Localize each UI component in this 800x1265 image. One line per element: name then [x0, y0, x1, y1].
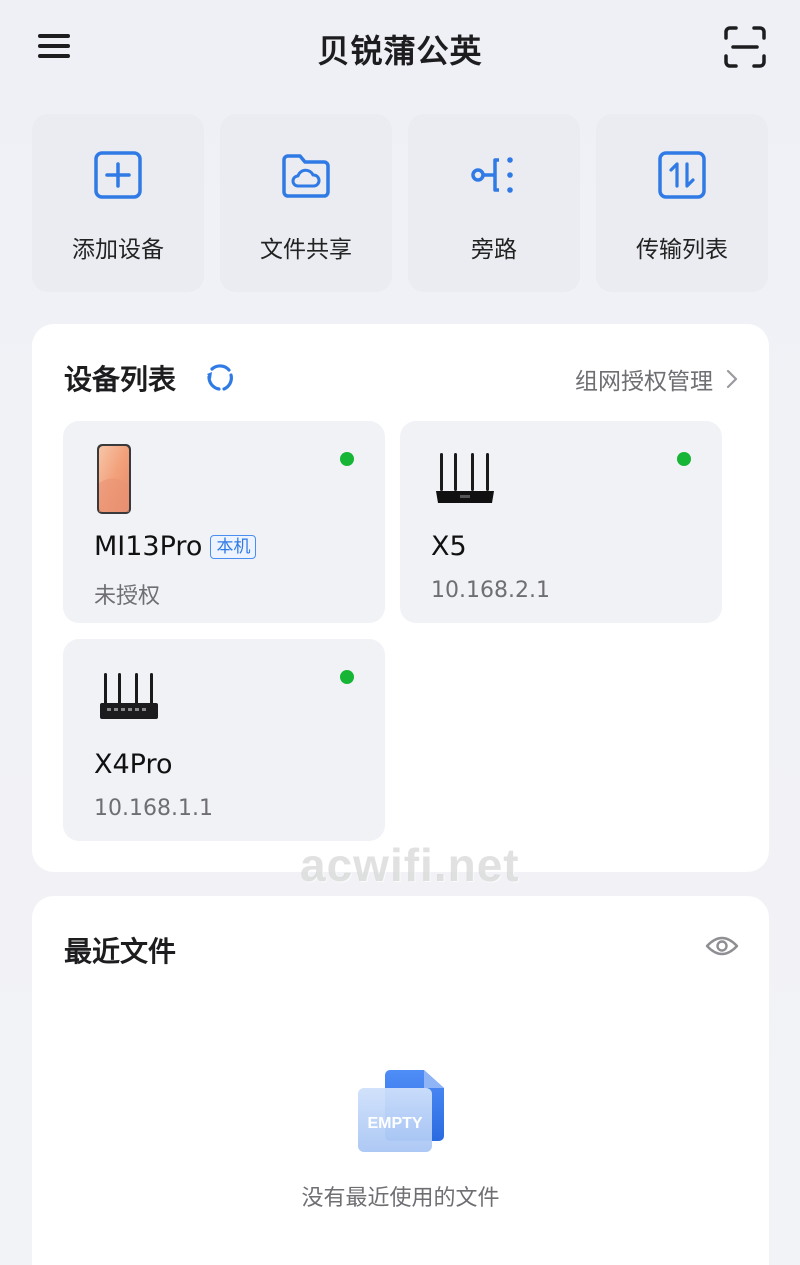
- recent-files-card: 最近文件 EMPTY 没有最近使用的文件: [32, 896, 769, 1265]
- refresh-icon[interactable]: [204, 362, 236, 394]
- app-title: 贝锐蒲公英: [317, 32, 483, 70]
- scan-icon[interactable]: [722, 24, 768, 70]
- online-status-dot: [677, 452, 691, 466]
- network-auth-manage-link[interactable]: 组网授权管理: [575, 362, 739, 396]
- chevron-right-icon: [726, 369, 738, 389]
- this-device-badge: 本机: [210, 534, 257, 559]
- online-status-dot: [340, 670, 354, 684]
- device-name-text: MI13Pro: [94, 531, 203, 562]
- quick-action-label: 文件共享: [260, 237, 352, 263]
- device-name: MI13Pro 本机: [94, 531, 257, 562]
- device-name-text: X4Pro: [94, 749, 173, 780]
- quick-action-add-device[interactable]: 添加设备: [32, 114, 204, 292]
- empty-badge-text: EMPTY: [367, 1115, 422, 1132]
- quick-action-label: 添加设备: [72, 237, 164, 263]
- device-card-mi13pro[interactable]: MI13Pro 本机 未授权: [63, 421, 385, 623]
- router-icon: [436, 453, 494, 503]
- online-status-dot: [340, 452, 354, 466]
- device-name: X4Pro: [94, 749, 173, 780]
- transfer-icon: [658, 151, 706, 199]
- device-ip: 10.168.2.1: [431, 578, 550, 603]
- quick-action-label: 传输列表: [636, 237, 728, 263]
- cloud-folder-icon: [282, 154, 330, 198]
- network-auth-manage-label: 组网授权管理: [575, 369, 713, 395]
- device-card-x4pro[interactable]: X4Pro 10.168.1.1: [63, 639, 385, 841]
- device-name-text: X5: [431, 531, 467, 562]
- quick-action-file-share[interactable]: 文件共享: [220, 114, 392, 292]
- quick-action-transfer-list[interactable]: 传输列表: [596, 114, 768, 292]
- device-list-card: 设备列表 组网授权管理 MI13Pro 本机 未授权 X5 10.168.2.1…: [32, 324, 769, 872]
- device-status: 未授权: [94, 584, 161, 609]
- recent-files-title: 最近文件: [64, 935, 177, 968]
- bypass-icon: [471, 157, 513, 193]
- device-list-title: 设备列表: [64, 363, 177, 396]
- empty-files-illustration: EMPTY: [358, 1070, 444, 1152]
- top-bar: 贝锐蒲公英: [0, 0, 800, 96]
- router-icon: [100, 673, 158, 719]
- quick-action-bypass[interactable]: 旁路: [408, 114, 580, 292]
- device-name: X5: [431, 531, 467, 562]
- device-card-x5[interactable]: X5 10.168.2.1: [400, 421, 722, 623]
- phone-icon: [97, 444, 131, 514]
- device-ip: 10.168.1.1: [94, 796, 213, 821]
- eye-icon[interactable]: [705, 934, 739, 958]
- empty-files-message: 没有最近使用的文件: [301, 1186, 500, 1211]
- add-icon: [94, 151, 142, 199]
- quick-action-label: 旁路: [471, 237, 517, 263]
